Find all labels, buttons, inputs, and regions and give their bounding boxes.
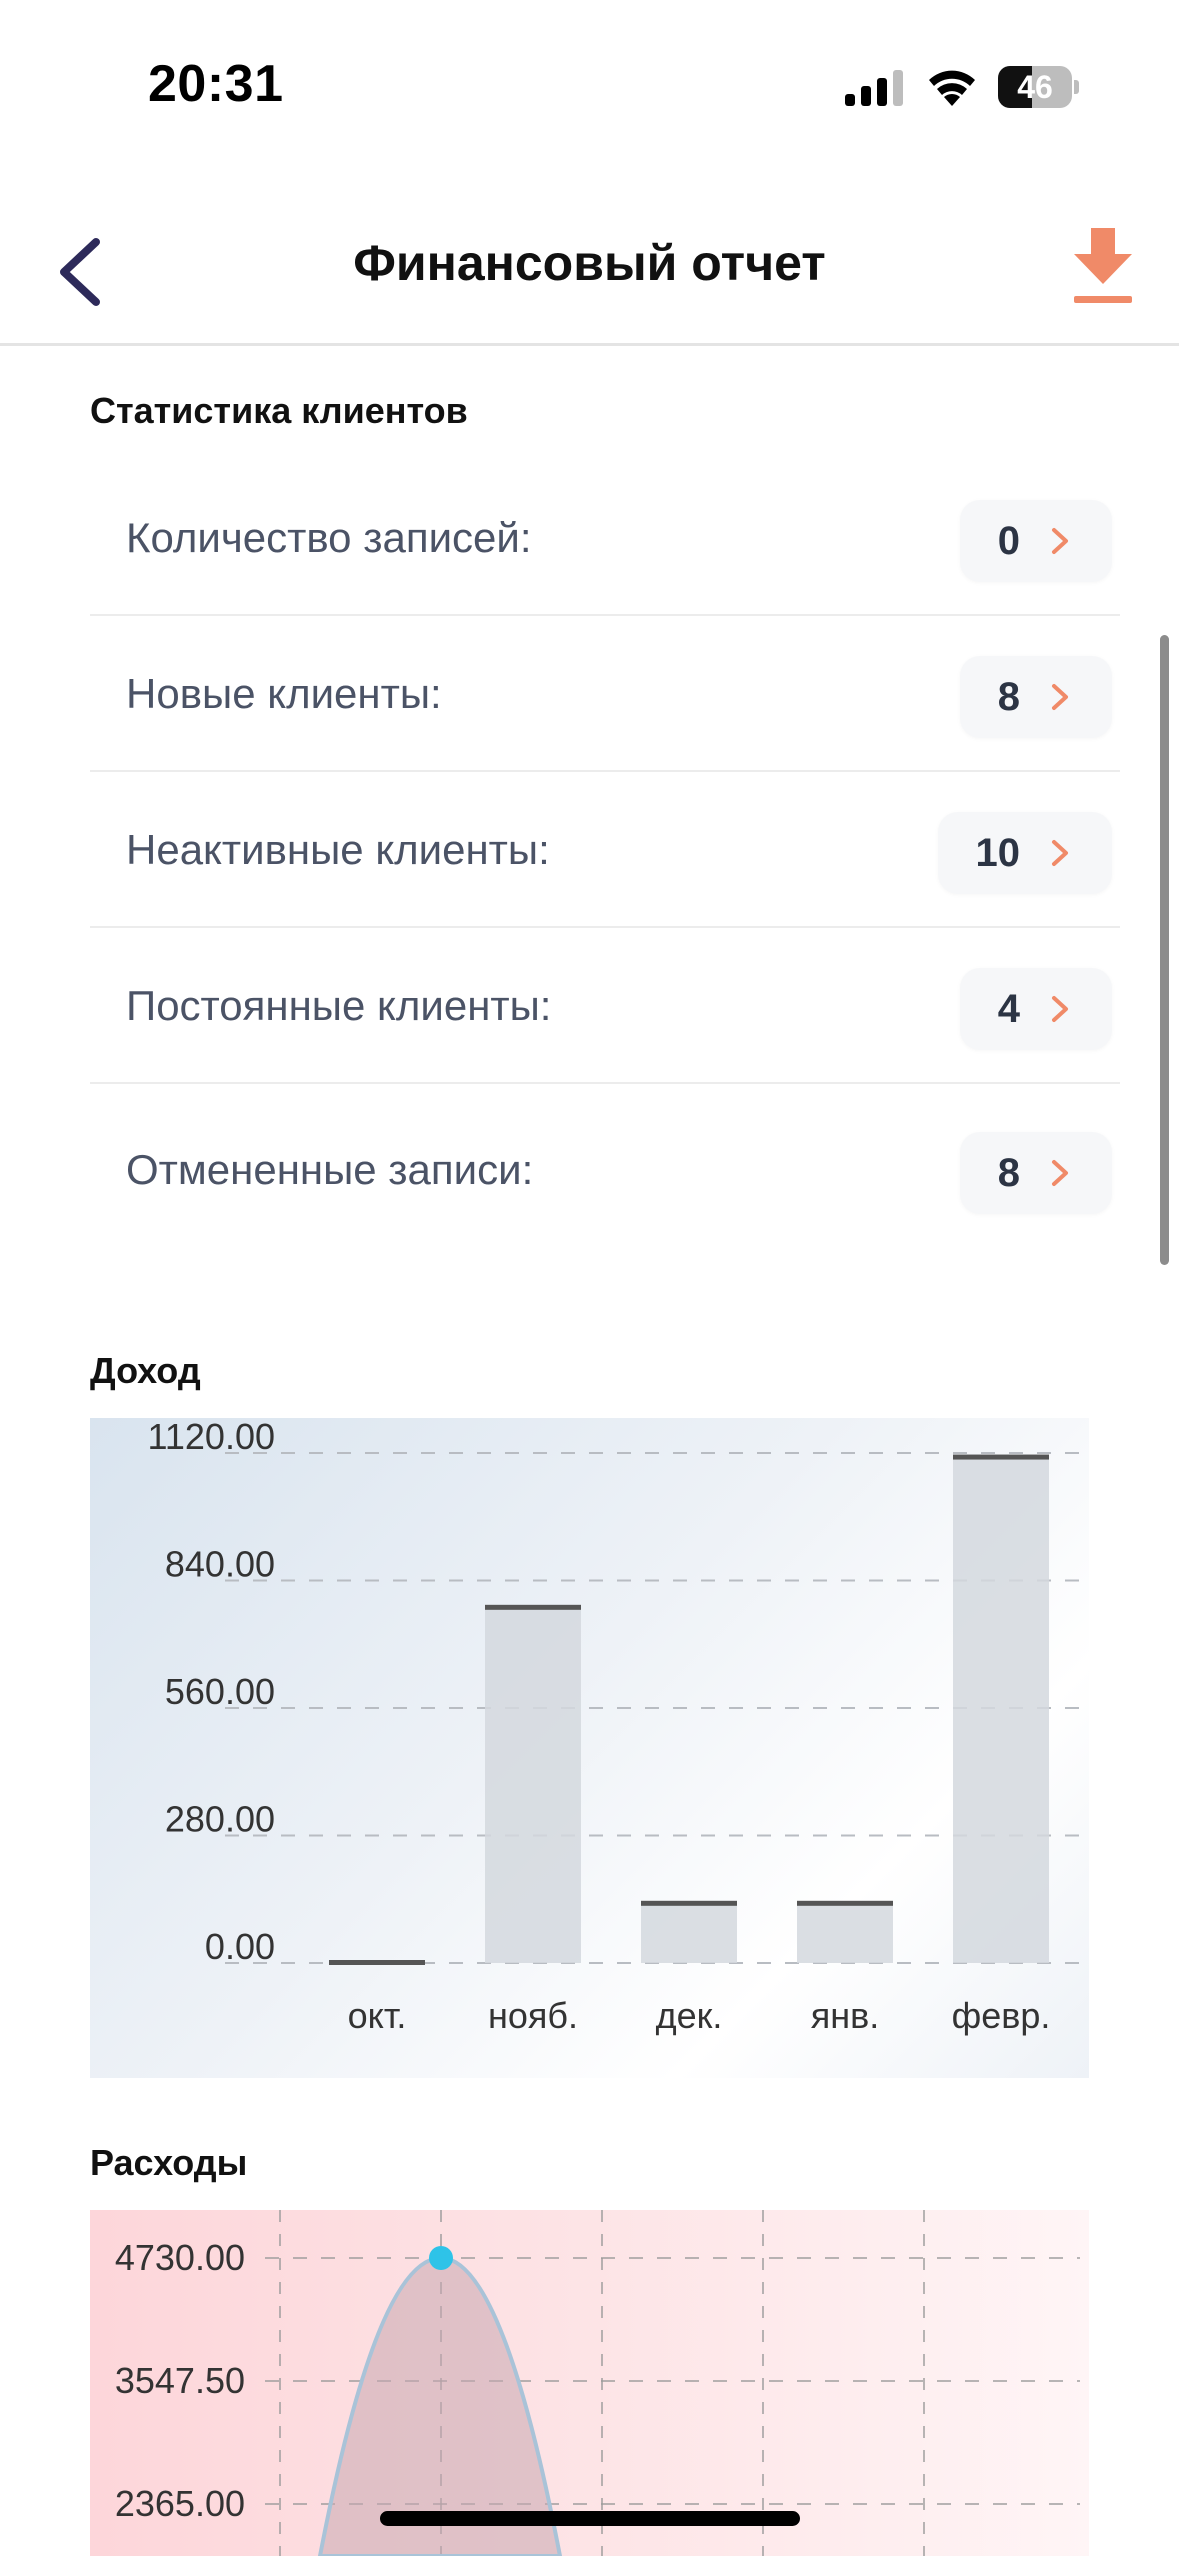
bar-cap [485,1604,581,1610]
bar-cap [641,1900,737,1906]
stats-list: Количество записей: 0 Новые клиенты: 8 Н… [90,460,1120,1256]
scroll-indicator[interactable] [1160,635,1169,1265]
chevron-right-icon [1052,996,1068,1022]
bar-cap [953,1454,1049,1460]
download-icon [1074,228,1132,303]
stat-value-button[interactable]: 8 [959,656,1112,738]
bar-cap [797,1900,893,1906]
bar [485,1607,581,1963]
download-button[interactable] [1068,222,1138,312]
chevron-right-icon [1052,840,1068,866]
page-title: Финансовый отчет [353,235,826,291]
stat-row-cancelled: Отмененные записи: 8 [90,1084,1120,1256]
wifi-icon [929,70,975,106]
y-tick-label: 0.00 [205,1926,275,1967]
y-tick-label: 840.00 [165,1544,275,1585]
x-tick-label: янв. [811,1995,880,2036]
stat-label: Неактивные клиенты: [126,826,550,873]
bar [641,1903,737,1963]
stat-value: 8 [997,1150,1020,1195]
y-tick-label: 2365.00 [115,2483,245,2524]
x-tick-label: февр. [952,1995,1051,2036]
y-tick-label: 280.00 [165,1799,275,1840]
y-tick-label: 3547.50 [115,2360,245,2401]
chevron-right-icon [1052,684,1068,710]
home-indicator[interactable] [380,2511,800,2526]
stat-value-button[interactable]: 10 [937,812,1112,894]
bar-cap [329,1960,425,1965]
bar [797,1903,893,1963]
status-time: 20:31 [148,55,284,113]
stat-value: 4 [997,986,1020,1031]
stat-value-button[interactable]: 4 [959,968,1112,1050]
x-tick-label: нояб. [488,1995,578,2036]
stat-row-inactive-clients: Неактивные клиенты: 10 [90,772,1120,928]
stat-value: 0 [997,518,1020,563]
nav-bar: Финансовый отчет [0,190,1179,346]
stat-value-button[interactable]: 8 [959,1132,1112,1214]
expenses-section-title: Расходы [90,2142,248,2183]
income-chart-svg: 0.00 280.00 560.00 840.00 1120.00 окт. нояб. де… [148,1418,1080,2036]
chevron-right-icon [1052,1160,1068,1186]
income-section-title: Доход [90,1350,201,1391]
y-tick-label: 560.00 [165,1671,275,1712]
status-bar: 20:31 46 [0,0,1179,160]
x-tick-label: окт. [348,1995,407,2036]
battery-icon: 46 [998,66,1079,108]
stat-row-new-clients: Новые клиенты: 8 [90,616,1120,772]
signal-icon [845,70,903,106]
stat-label: Новые клиенты: [126,670,442,717]
stat-value: 10 [975,830,1021,875]
income-chart: 0.00 280.00 560.00 840.00 1120.00 окт. нояб. де… [90,1418,1089,2078]
y-tick-label: 4730.00 [115,2237,245,2278]
stats-section-title: Статистика клиентов [90,390,468,431]
stat-label: Постоянные клиенты: [126,982,552,1029]
expenses-chart-svg: 2365.00 3547.50 4730.00 [115,2210,1080,2556]
stat-row-bookings: Количество записей: 0 [90,460,1120,616]
chevron-right-icon [1052,528,1068,554]
stat-value: 8 [997,674,1020,719]
bar [953,1457,1049,1963]
x-tick-label: дек. [656,1995,723,2036]
stat-label: Количество записей: [126,514,532,561]
expenses-chart: 2365.00 3547.50 4730.00 [90,2210,1089,2556]
stat-label: Отмененные записи: [126,1146,534,1193]
data-point [429,2246,453,2270]
battery-level-text: 46 [1017,69,1053,105]
stat-value-button[interactable]: 0 [959,500,1112,582]
y-tick-label: 1120.00 [148,1418,275,1457]
stat-row-regular-clients: Постоянные клиенты: 4 [90,928,1120,1084]
